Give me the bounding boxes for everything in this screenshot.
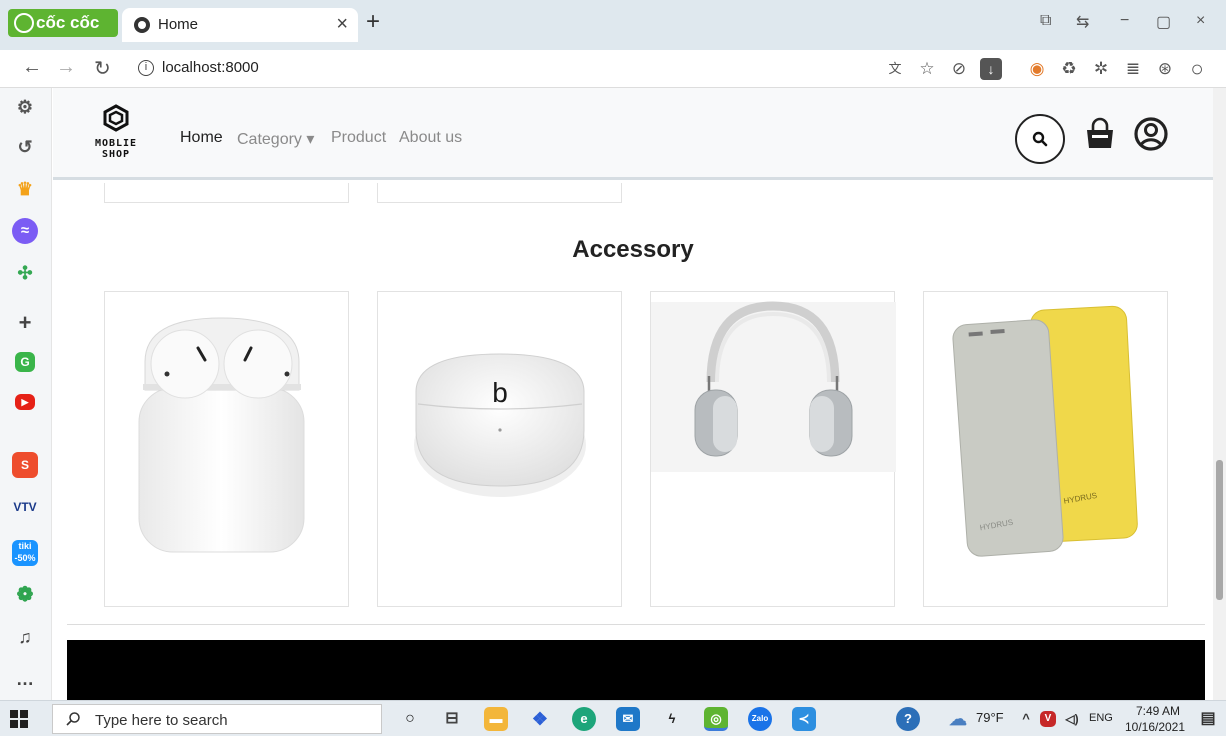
volume-icon[interactable]: ◁) <box>1060 707 1084 731</box>
beats-logo-text: b <box>492 377 508 408</box>
shopee-icon[interactable]: S <box>12 452 38 478</box>
vtv-icon[interactable]: VTV <box>12 494 38 520</box>
history-icon[interactable]: ↺ <box>12 134 38 160</box>
notification-bell-icon[interactable]: ♫ <box>12 624 38 650</box>
shield-icon[interactable]: ⊘ <box>948 58 970 80</box>
site-footer <box>67 640 1205 700</box>
product-card-power-banks[interactable]: HYDRUS HYDRUS <box>923 291 1168 607</box>
site-header: MOBLIE SHOP Home Category ▾ Product Abou… <box>53 88 1213 180</box>
previous-product-card-bottom[interactable] <box>104 183 349 203</box>
scrollbar-thumb[interactable] <box>1216 460 1223 600</box>
vscode-icon[interactable]: ≺ <box>792 707 816 731</box>
minimize-button[interactable]: − <box>1120 12 1129 30</box>
puzzle-extensions-icon[interactable]: ✲ <box>1090 58 1112 80</box>
power-bank-image: HYDRUS HYDRUS <box>952 305 1138 557</box>
search-button[interactable] <box>1015 114 1065 164</box>
product-card-airpods[interactable] <box>104 291 349 607</box>
tiki-icon[interactable]: tiki -50% <box>12 540 38 566</box>
restore-button[interactable]: ▢ <box>1156 12 1171 32</box>
clock-date[interactable]: 10/16/2021 <box>1120 720 1190 734</box>
help-icon[interactable]: ? <box>896 707 920 731</box>
search-icon <box>1032 131 1048 147</box>
coccoc-logo-icon <box>14 13 34 33</box>
shop-logo-icon[interactable] <box>103 104 129 132</box>
tab-close-button[interactable]: × <box>336 13 348 36</box>
lightning-app-icon[interactable]: ϟ <box>660 707 684 731</box>
browser-tab-bar: cốc cốc Home × + ⧉ ⇆ − ▢ × <box>0 0 1226 50</box>
recycle-icon[interactable]: ♻ <box>1058 58 1080 80</box>
page-scrollbar[interactable] <box>1213 88 1226 700</box>
dropbox-icon[interactable]: ❖ <box>528 707 552 731</box>
airpods-image <box>138 317 305 553</box>
browser-brand: cốc cốc <box>36 13 100 32</box>
browser-menu-button[interactable]: cốc cốc <box>8 9 118 37</box>
edge-icon[interactable]: e <box>572 707 596 731</box>
circle-menu-icon[interactable]: ○ <box>1186 58 1208 80</box>
screenshot-icon[interactable]: ⧉ <box>1040 12 1051 30</box>
search-icon <box>66 712 80 726</box>
product-card-beats-case[interactable]: b <box>377 291 622 607</box>
tab-home[interactable]: Home × <box>122 8 358 42</box>
download-icon[interactable]: ↓ <box>980 58 1002 80</box>
shopping-bag-icon[interactable] <box>1083 116 1117 150</box>
g-app-icon[interactable]: G <box>15 352 35 372</box>
back-forward-icon[interactable]: ⇆ <box>1076 12 1089 32</box>
task-view-icon[interactable]: ⊟ <box>440 707 464 731</box>
mail-icon[interactable]: ✉ <box>616 707 640 731</box>
windows-taskbar: Type here to search ○ ⊟ ▬ ❖ e ✉ ϟ ◎ Zalo… <box>0 700 1226 736</box>
windows-start-icon[interactable] <box>10 710 28 728</box>
zalo-icon[interactable]: Zalo <box>748 707 772 731</box>
bookmark-star-icon[interactable]: ☆ <box>916 58 938 80</box>
extension-color-icon[interactable]: ◉ <box>1026 58 1048 80</box>
messenger-icon[interactable]: ≈ <box>12 218 38 244</box>
colorful-app-icon[interactable]: ❁ <box>12 582 38 608</box>
close-window-button[interactable]: × <box>1196 12 1205 30</box>
web-page: MOBLIE SHOP Home Category ▾ Product Abou… <box>53 88 1213 700</box>
add-panel-icon[interactable]: + <box>12 310 38 336</box>
back-arrow-icon[interactable]: ← <box>22 56 42 79</box>
profile-icon[interactable]: ⊛ <box>1154 58 1176 80</box>
taskbar-search-box[interactable]: Type here to search <box>52 704 382 734</box>
translate-icon[interactable]: 文 <box>884 58 906 80</box>
section-divider <box>67 624 1205 625</box>
new-tab-button[interactable]: + <box>366 9 380 35</box>
user-account-icon[interactable] <box>1133 116 1169 152</box>
previous-product-card-bottom[interactable] <box>377 183 622 203</box>
product-card-headphones[interactable] <box>650 291 896 607</box>
headphones-image <box>651 301 896 472</box>
youtube-icon[interactable]: ▶ <box>15 394 35 410</box>
section-title: Accessory <box>572 236 694 263</box>
tab-title: Home <box>158 16 199 33</box>
gamepad-icon[interactable]: ✣ <box>12 260 38 286</box>
nav-category[interactable]: Category ▾ <box>237 129 314 149</box>
beats-case-image: b <box>414 353 586 497</box>
tray-chevron-icon[interactable]: ^ <box>1014 707 1038 731</box>
more-icon[interactable]: … <box>12 666 38 692</box>
reload-icon[interactable]: ↻ <box>94 56 111 81</box>
weather-temperature[interactable]: 79°F <box>976 710 1004 725</box>
coccoc-taskbar-icon[interactable]: ◎ <box>704 707 728 731</box>
favicon-icon <box>134 17 150 33</box>
address-bar: ← → ↻ i localhost:8000 文 ☆ ⊘ ↓ ◉ ♻ ✲ ≣ ⊛… <box>0 50 1226 88</box>
site-info-icon[interactable]: i <box>138 60 154 76</box>
shop-logo-text[interactable]: MOBLIE SHOP <box>86 138 146 160</box>
weather-cloud-icon[interactable]: ☁ <box>946 707 970 731</box>
nav-about-us[interactable]: About us <box>399 129 462 147</box>
notifications-icon[interactable]: ▤ <box>1196 707 1220 731</box>
url-field[interactable]: localhost:8000 <box>162 59 259 76</box>
forward-arrow-icon[interactable]: → <box>56 56 76 79</box>
clock-time[interactable]: 7:49 AM <box>1128 704 1188 718</box>
nav-product[interactable]: Product <box>331 129 386 147</box>
browser-sidebar: ⚙ ↺ ♛ ≈ ✣ + G ▶ S VTV tiki -50% ❁ ♫ … <box>0 88 52 700</box>
language-indicator[interactable]: ENG <box>1089 712 1113 724</box>
nav-home[interactable]: Home <box>180 129 223 147</box>
file-explorer-icon[interactable]: ▬ <box>484 707 508 731</box>
reading-list-icon[interactable]: ≣ <box>1122 58 1144 80</box>
antivirus-tray-icon[interactable]: V <box>1040 711 1056 727</box>
taskbar-search-placeholder: Type here to search <box>95 712 228 729</box>
settings-gear-icon[interactable]: ⚙ <box>12 94 38 120</box>
cortana-icon[interactable]: ○ <box>398 707 422 731</box>
crown-icon[interactable]: ♛ <box>12 176 38 202</box>
